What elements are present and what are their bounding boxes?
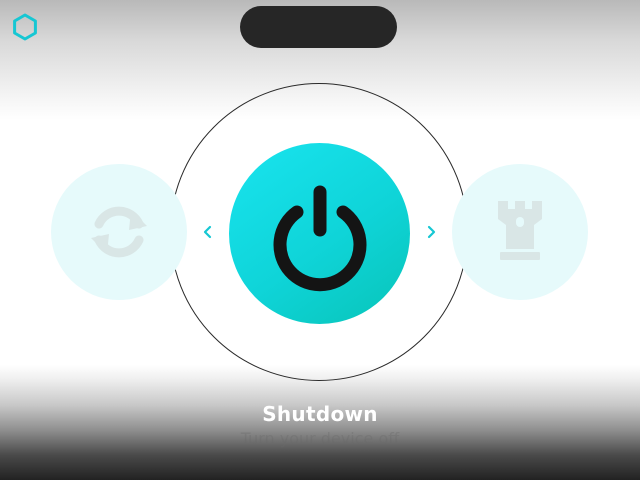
power-icon <box>273 185 366 291</box>
chevron-right-icon <box>427 225 436 239</box>
rook-tower-icon <box>498 201 542 260</box>
previous-button[interactable] <box>195 219 221 245</box>
next-button[interactable] <box>418 219 444 245</box>
carousel-item-restart[interactable] <box>51 164 187 300</box>
hexagon-logo-icon[interactable] <box>10 12 40 42</box>
top-notch-pill <box>240 6 397 48</box>
refresh-icon <box>91 206 147 258</box>
chevron-left-icon <box>203 225 212 239</box>
carousel-item-tower[interactable] <box>452 164 588 300</box>
selected-item-subtitle: Turn your device off <box>240 429 400 448</box>
selected-item-title: Shutdown <box>262 402 378 426</box>
carousel-item-shutdown[interactable] <box>229 143 410 324</box>
